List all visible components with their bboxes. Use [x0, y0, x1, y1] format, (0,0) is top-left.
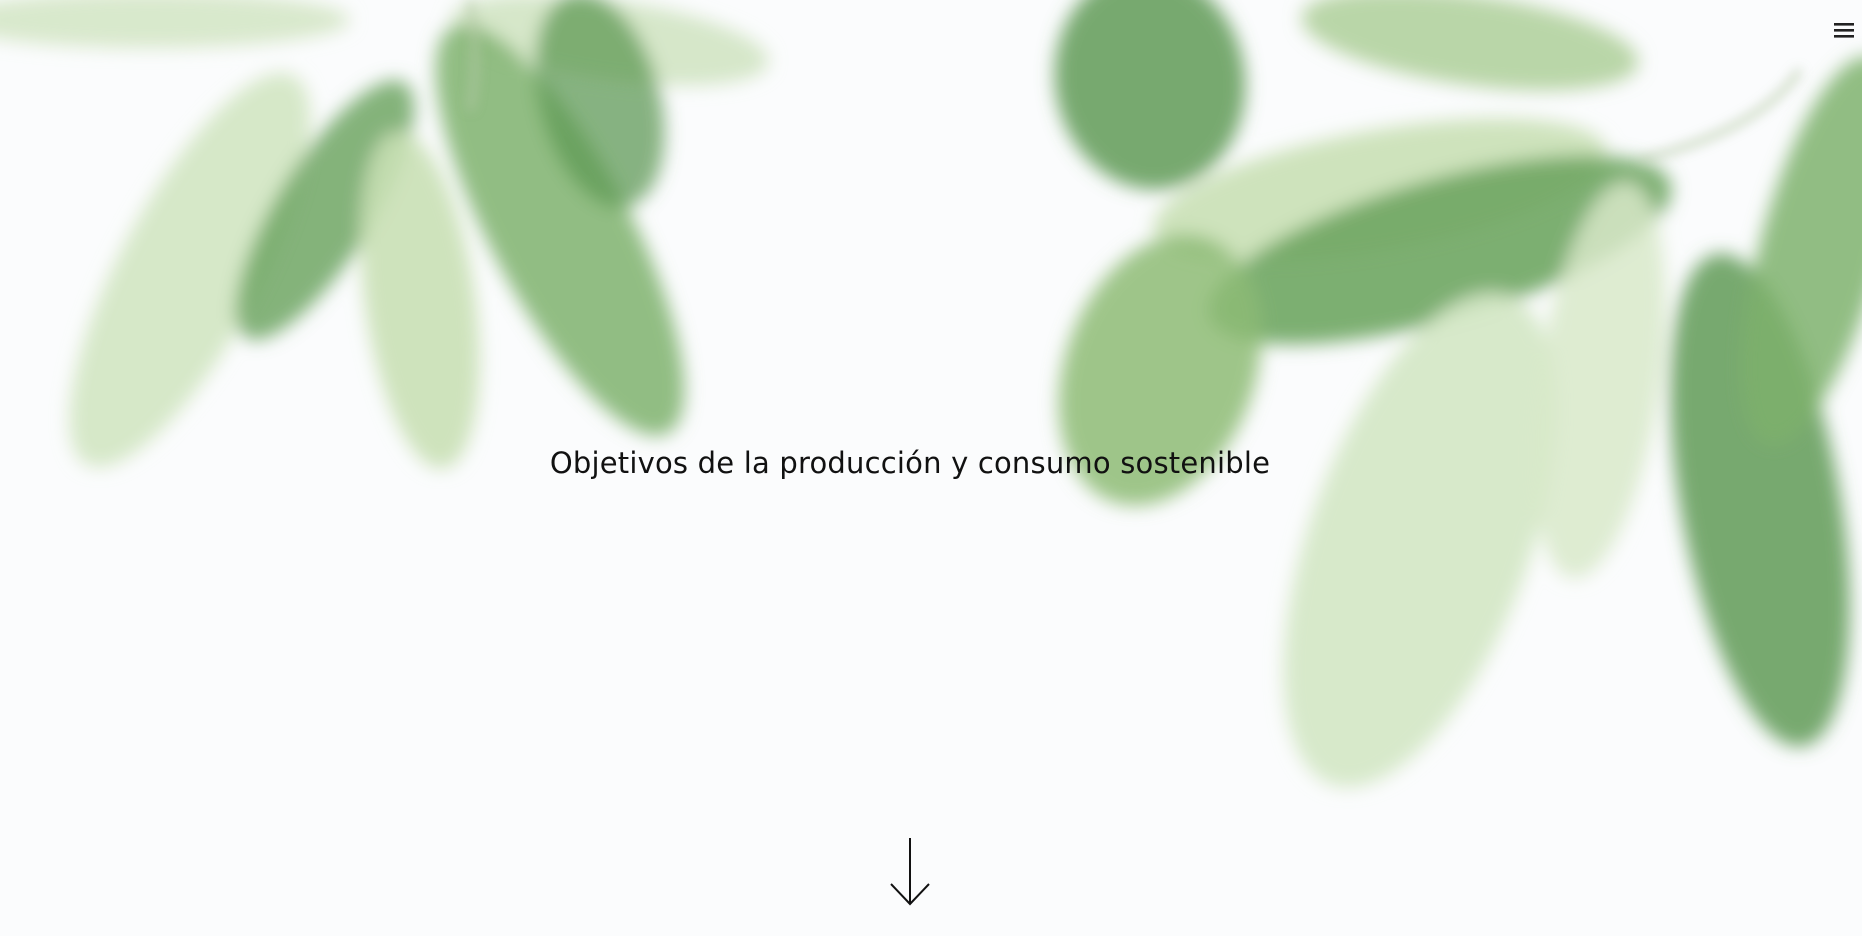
scroll-down-button[interactable] [889, 836, 931, 906]
menu-button[interactable] [1831, 17, 1857, 43]
hero-section: Objetivos de la producción y consumo sos… [0, 0, 1862, 936]
page-title: Objetivos de la producción y consumo sos… [549, 446, 1271, 480]
hamburger-menu-icon [1834, 23, 1854, 38]
arrow-down-icon [890, 838, 930, 906]
